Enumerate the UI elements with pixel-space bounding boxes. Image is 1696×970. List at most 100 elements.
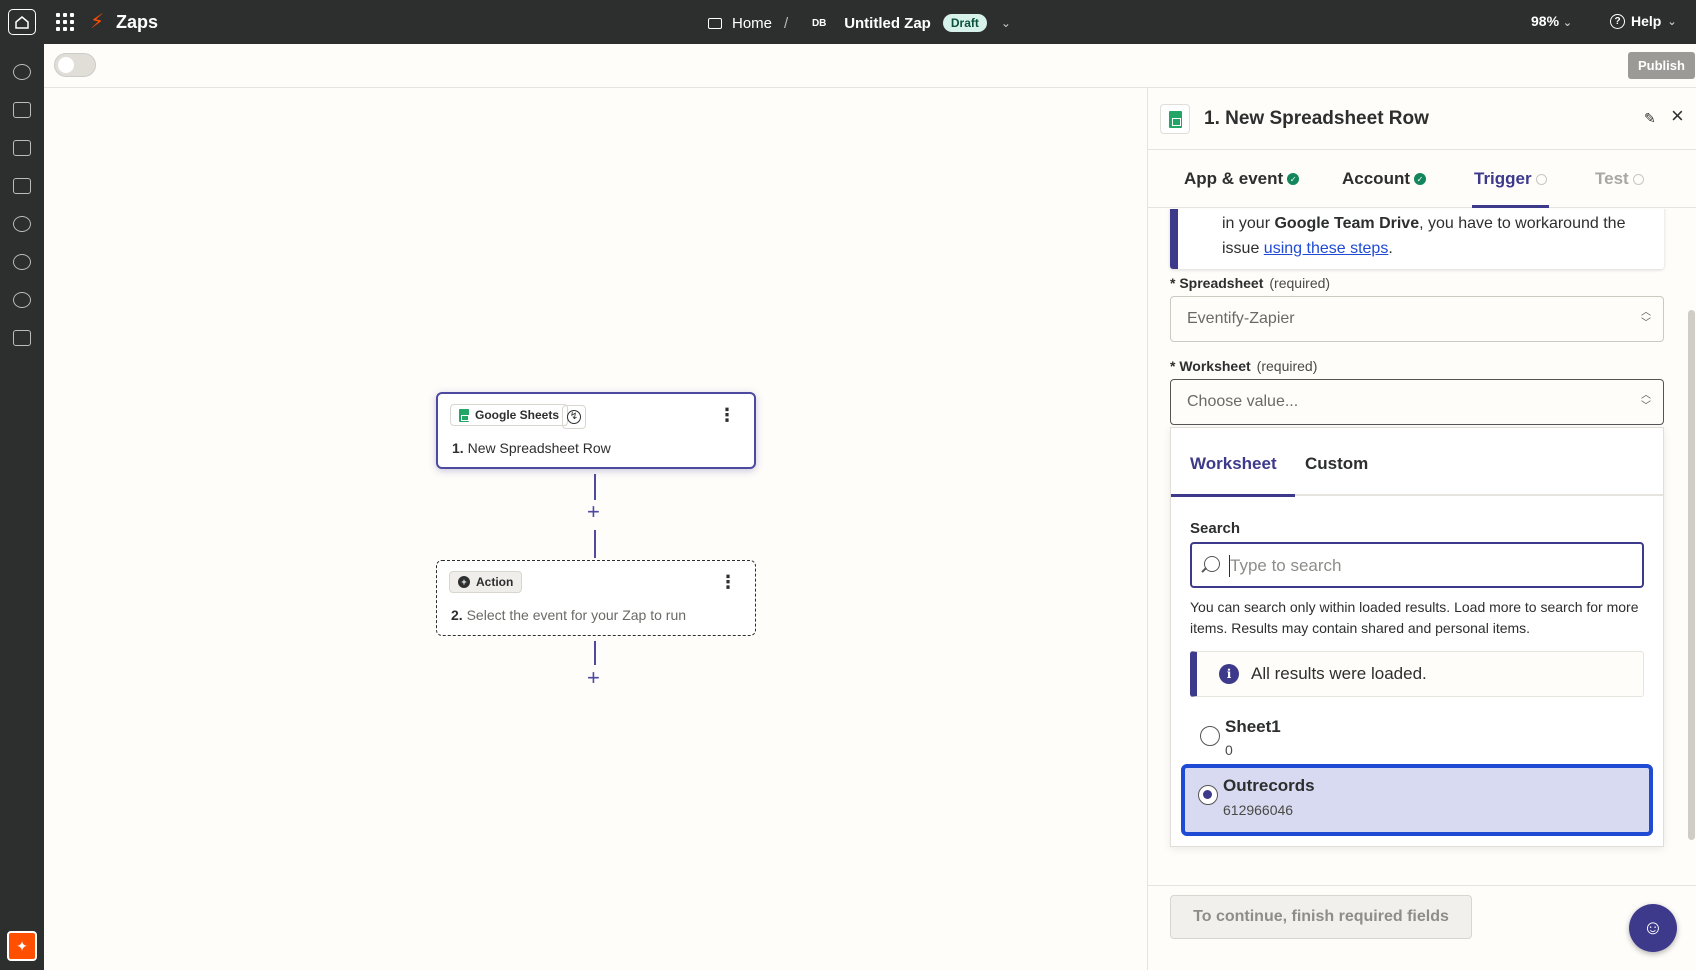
- radio-button-selected[interactable]: [1198, 785, 1218, 805]
- spreadsheet-select[interactable]: Eventify-Zapier ︿ ﹀: [1170, 296, 1664, 342]
- more-options-icon[interactable]: ⋮: [718, 406, 736, 424]
- option-sheet1[interactable]: Sheet1 0: [1183, 705, 1651, 773]
- help-label: Help: [1631, 13, 1662, 29]
- pending-circle-icon: [1535, 173, 1547, 185]
- check-circle-icon: ✓: [1414, 173, 1426, 185]
- zap-title[interactable]: Untitled Zap: [844, 15, 931, 32]
- brand-title[interactable]: Zaps: [116, 12, 158, 33]
- support-chat-icon[interactable]: ☺: [1629, 904, 1677, 952]
- worksheet-label: * Worksheet (required): [1170, 358, 1318, 374]
- tab-label: Trigger: [1474, 169, 1532, 188]
- tab-account[interactable]: Account ✓: [1342, 150, 1426, 208]
- tab-worksheet[interactable]: Worksheet: [1190, 454, 1277, 474]
- info-circle-icon: [1632, 173, 1644, 185]
- required-hint: (required): [1256, 358, 1318, 374]
- connector-line: [594, 474, 596, 500]
- worksheet-select[interactable]: Choose value... ︿ ﹀: [1170, 379, 1664, 425]
- option-name: Outrecords: [1223, 776, 1315, 795]
- notice-text: in your: [1222, 215, 1275, 232]
- worksheet-dropdown: Worksheet Custom Search Type to search Y…: [1170, 427, 1664, 847]
- status-badge: Draft: [942, 14, 987, 32]
- option-name: Sheet1: [1225, 717, 1281, 736]
- panel-scrollbar[interactable]: [1688, 310, 1695, 840]
- zap-canvas[interactable]: Google Sheets ↯ ⋮ 1. New Spreadsheet Row…: [44, 88, 1147, 970]
- google-sheets-icon: [459, 408, 469, 422]
- home-icon[interactable]: [8, 9, 36, 35]
- tab-custom[interactable]: Custom: [1305, 454, 1368, 474]
- select-arrows-icon: ︿ ﹀: [1641, 307, 1651, 329]
- action-chip-label: Action: [476, 575, 514, 589]
- search-icon: [1204, 556, 1220, 572]
- field-label-text: Spreadsheet: [1179, 275, 1264, 291]
- breadcrumb-separator: /: [784, 14, 789, 32]
- history-icon[interactable]: [13, 216, 31, 232]
- tables-icon[interactable]: [13, 178, 31, 194]
- radio-button[interactable]: [1200, 726, 1220, 746]
- spreadsheet-value: Eventify-Zapier: [1187, 310, 1295, 327]
- chevron-down-icon[interactable]: ⌄: [1001, 16, 1011, 30]
- apps-grid-icon[interactable]: [56, 13, 74, 31]
- info-icon: i: [1219, 664, 1239, 684]
- panel-header: 1. New Spreadsheet Row ✎ ×: [1148, 88, 1696, 150]
- tab-app-event[interactable]: App & event ✓: [1184, 150, 1300, 208]
- continue-button[interactable]: To continue, finish required fields: [1170, 895, 1472, 939]
- zaps-icon[interactable]: [13, 102, 31, 118]
- tab-trigger[interactable]: Trigger: [1472, 150, 1549, 208]
- spreadsheet-label: * Spreadsheet (required): [1170, 275, 1331, 291]
- step-name: New Spreadsheet Row: [467, 440, 611, 456]
- plus-circle-icon: +: [458, 576, 470, 588]
- help-icon: ?: [1610, 13, 1625, 29]
- chevron-down-icon: ⌄: [1667, 15, 1677, 28]
- folder-icon: [708, 17, 722, 29]
- field-label-text: Worksheet: [1179, 358, 1251, 374]
- connector-line: [594, 530, 596, 558]
- chevron-down-icon: ⌄: [1562, 17, 1573, 29]
- step-number: 2.: [451, 607, 463, 623]
- zap-on-off-toggle[interactable]: [54, 53, 96, 77]
- action-step-node[interactable]: + Action ⋮ 2. Select the event for your …: [436, 560, 756, 636]
- archive-icon[interactable]: [13, 330, 31, 346]
- add-step-plus-icon[interactable]: +: [587, 667, 600, 689]
- app-chip: Google Sheets: [450, 404, 569, 426]
- breadcrumb-home[interactable]: Home: [732, 15, 772, 32]
- panel-body: in your Google Team Drive, you have to w…: [1148, 209, 1696, 885]
- notice-text: .: [1388, 240, 1393, 257]
- zoom-selector[interactable]: 98% ⌄: [1531, 13, 1572, 29]
- connector-line: [594, 641, 596, 665]
- option-id: 0: [1225, 742, 1233, 758]
- steps-link[interactable]: using these steps: [1264, 240, 1389, 257]
- activity-icon[interactable]: [13, 254, 31, 270]
- search-input[interactable]: Type to search: [1190, 542, 1644, 588]
- help-button[interactable]: ? Help ⌄: [1610, 13, 1677, 29]
- apps-icon[interactable]: [13, 64, 31, 80]
- publish-button[interactable]: Publish: [1628, 52, 1695, 79]
- close-icon[interactable]: ×: [1671, 104, 1684, 128]
- search-placeholder: Type to search: [1230, 556, 1342, 575]
- toggle-knob: [58, 57, 74, 73]
- step-number: 1.: [452, 440, 464, 456]
- results-info-banner: i All results were loaded.: [1190, 651, 1644, 697]
- zoom-value: 98%: [1531, 13, 1560, 29]
- active-tab-indicator: [1171, 494, 1295, 497]
- settings-gear-icon[interactable]: [13, 292, 31, 308]
- add-step-plus-icon[interactable]: +: [587, 501, 600, 523]
- search-label: Search: [1190, 520, 1241, 537]
- interfaces-icon[interactable]: [13, 140, 31, 156]
- tab-label: App & event: [1184, 169, 1284, 188]
- trigger-step-node[interactable]: Google Sheets ↯ ⋮ 1. New Spreadsheet Row: [436, 392, 756, 469]
- more-options-icon[interactable]: ⋮: [719, 573, 737, 591]
- tab-test[interactable]: Test: [1595, 150, 1644, 208]
- option-outrecords[interactable]: Outrecords 612966046: [1181, 764, 1653, 836]
- tab-label: Test: [1595, 169, 1629, 188]
- top-bar: ⚡ Zaps Home / DB Untitled Zap Draft ⌄ 98…: [0, 0, 1696, 44]
- text-caret: [1229, 555, 1230, 577]
- step-name: Select the event for your Zap to run: [466, 607, 687, 623]
- panel-footer: To continue, finish required fields: [1148, 885, 1696, 970]
- ai-sparkle-icon[interactable]: ✦: [7, 931, 37, 961]
- search-help-text: You can search only within loaded result…: [1190, 599, 1639, 636]
- check-circle-icon: ✓: [1287, 173, 1300, 185]
- pencil-edit-icon[interactable]: ✎: [1644, 110, 1656, 127]
- tab-label: Account: [1342, 169, 1410, 188]
- trigger-type-icon: ↯: [562, 405, 586, 429]
- breadcrumb: Home / DB Untitled Zap Draft ⌄: [708, 12, 1011, 34]
